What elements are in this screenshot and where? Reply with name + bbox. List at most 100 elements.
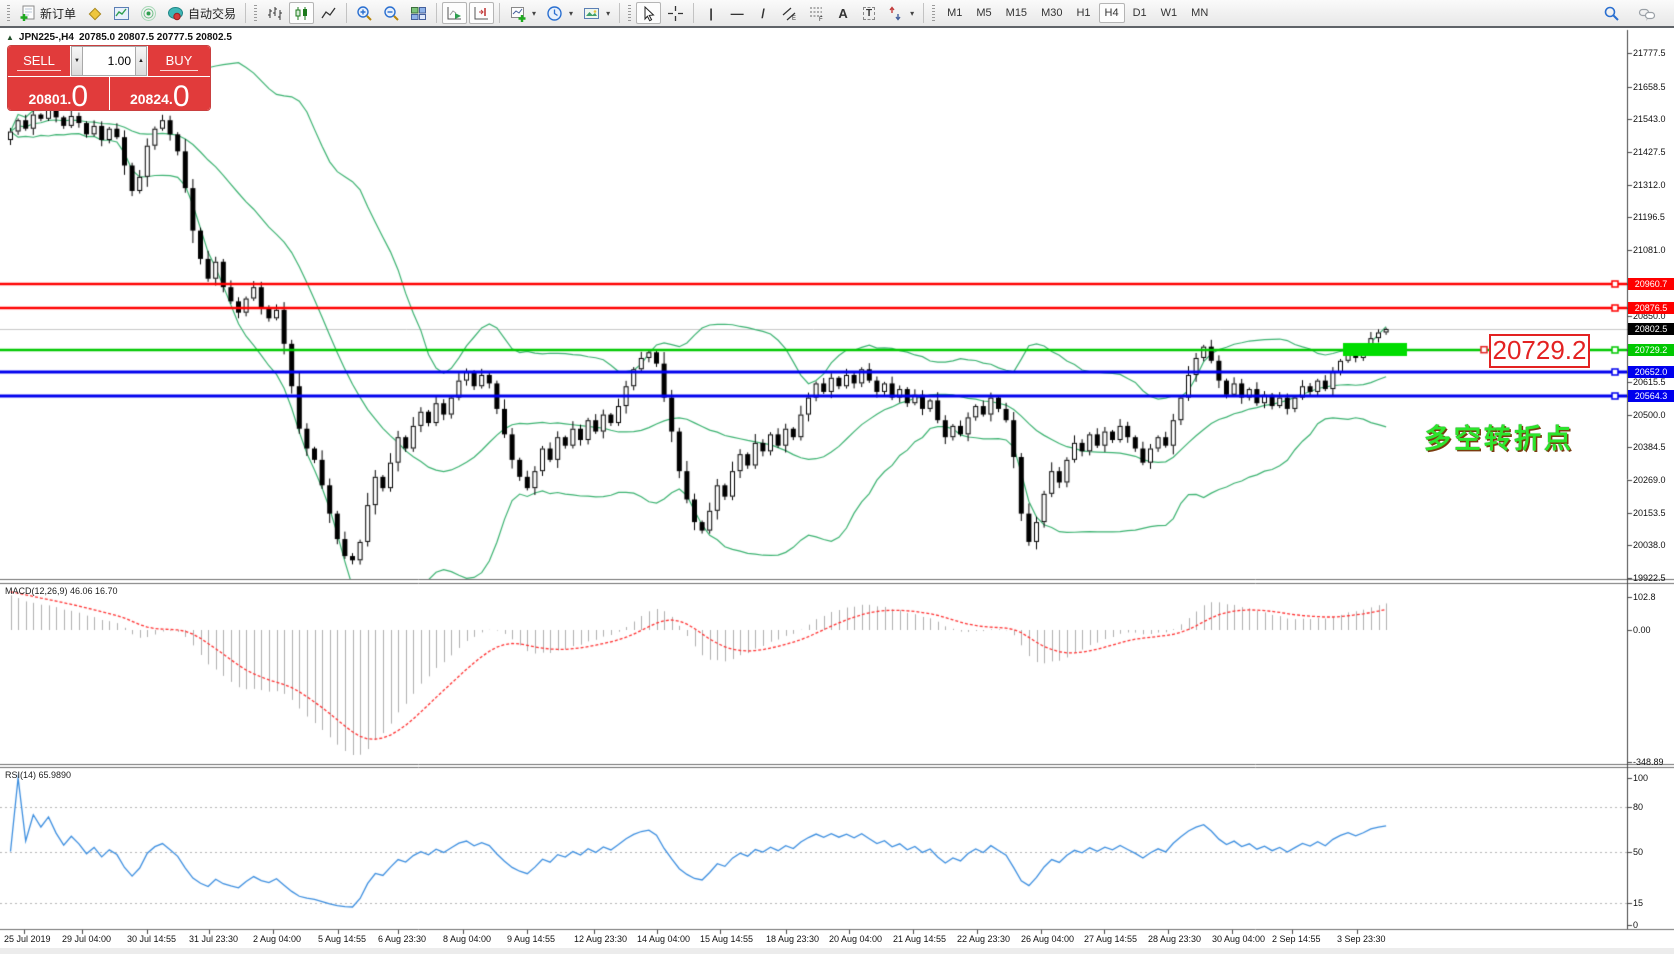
buy-price-pips: 0	[172, 79, 190, 110]
vertical-line-button[interactable]: |	[699, 2, 723, 24]
rsi-tick-label: 80	[1633, 802, 1644, 813]
timeframe-d1-button[interactable]: D1	[1127, 3, 1153, 23]
price-tag-20729.2[interactable]: 20729.2	[1628, 343, 1674, 356]
date-label: 25 Jul 2019	[4, 934, 51, 944]
date-label: 2 Aug 04:00	[253, 934, 302, 944]
sell-price[interactable]: 20801. 0	[8, 77, 109, 110]
timeframe-h1-button[interactable]: H1	[1070, 3, 1096, 23]
crosshair-button[interactable]	[663, 2, 688, 24]
timeframe-h4-button[interactable]: H4	[1098, 3, 1125, 23]
timeframe-group: M1 M5 M15 M30 H1 H4 D1 W1 MN	[940, 3, 1215, 23]
toolbar-grip[interactable]	[932, 5, 936, 21]
volume-increase-button[interactable]: ▲	[135, 46, 147, 76]
price-tick-label: 21658.5	[1633, 81, 1666, 92]
cursor-button[interactable]	[636, 2, 662, 24]
toolbar-grip[interactable]	[254, 5, 258, 21]
caret-up-icon: ▲	[138, 58, 144, 64]
periods-button[interactable]: ▾	[542, 2, 577, 24]
chart-title-symbol: JPN225-,H4	[18, 32, 74, 43]
price-callout-label[interactable]: 20729.2	[1489, 334, 1590, 368]
price-tag-20564.3[interactable]: 20564.3	[1628, 390, 1674, 403]
autotrade-icon	[168, 6, 184, 20]
market-watch-button[interactable]	[109, 2, 134, 24]
search-button[interactable]	[1599, 2, 1624, 24]
zoom-in-button[interactable]	[352, 2, 377, 24]
timeframe-m5-button[interactable]: M5	[970, 3, 997, 23]
template-icon	[584, 7, 600, 19]
auto-scroll-button[interactable]	[442, 2, 468, 24]
buy-label: BUY	[159, 52, 199, 71]
fibonacci-button[interactable]: F	[804, 2, 829, 24]
trendline-icon: /	[761, 5, 765, 21]
toolbar-grip[interactable]	[628, 5, 632, 21]
chat-button[interactable]	[1634, 2, 1660, 24]
price-tick-label: 20384.5	[1633, 442, 1666, 453]
auto-scroll-icon	[447, 6, 462, 19]
trendline-button[interactable]: /	[751, 2, 775, 24]
candlestick-chart-button[interactable]	[289, 2, 315, 24]
price-tick-label: 20615.5	[1633, 376, 1666, 387]
macd-tick-label: 0.00	[1633, 625, 1651, 635]
vertical-line-icon: |	[709, 5, 713, 21]
rsi-tick-label: 50	[1633, 846, 1644, 857]
tile-windows-button[interactable]	[406, 2, 431, 24]
price-tag-20802.5[interactable]: 20802.5	[1628, 322, 1674, 335]
date-label: 27 Aug 14:55	[1084, 934, 1138, 944]
caret-down-icon: ▼	[74, 58, 80, 64]
line-chart-button[interactable]	[316, 2, 341, 24]
horizontal-line-icon: —	[730, 5, 744, 21]
status-strip	[0, 948, 1674, 954]
symbol-arrow-icon: ▲	[6, 33, 14, 42]
cursor-icon	[644, 5, 655, 21]
timeframe-m30-button[interactable]: M30	[1035, 3, 1068, 23]
sell-button[interactable]: SELL	[8, 46, 70, 76]
date-label: 28 Aug 23:30	[1148, 934, 1202, 944]
date-label: 30 Jul 14:55	[127, 934, 177, 944]
arrows-button[interactable]: ▾	[883, 2, 918, 24]
date-label: 6 Aug 23:30	[378, 934, 427, 944]
date-label: 30 Aug 04:00	[1212, 934, 1266, 944]
autotrade-button[interactable]: 自动交易	[163, 2, 240, 24]
price-tick-label: 21543.0	[1633, 114, 1666, 125]
toolbar-grip[interactable]	[7, 5, 10, 21]
templates-button[interactable]: ▾	[579, 2, 614, 24]
date-label: 5 Aug 14:55	[318, 934, 367, 944]
volume-decrease-button[interactable]: ▼	[71, 46, 83, 76]
date-label: 26 Aug 04:00	[1021, 934, 1075, 944]
timeframe-mn-button[interactable]: MN	[1185, 3, 1214, 23]
price-tick-label: 21081.0	[1633, 245, 1666, 256]
zoom-out-button[interactable]	[379, 2, 404, 24]
text-button[interactable]: A	[831, 2, 855, 24]
price-tag-20960.7[interactable]: 20960.7	[1628, 278, 1674, 291]
chart-shift-icon	[474, 6, 489, 19]
date-label: 3 Sep 23:30	[1337, 934, 1386, 944]
new-order-button[interactable]: 新订单	[15, 2, 80, 24]
dropdown-caret-icon: ▾	[569, 8, 574, 18]
date-label: 14 Aug 04:00	[637, 934, 691, 944]
dropdown-caret-icon: ▾	[606, 8, 611, 18]
price-tag-20652.0[interactable]: 20652.0	[1628, 365, 1674, 378]
indicators-button[interactable]: ▾	[505, 2, 540, 24]
equidistant-channel-button[interactable]: E	[777, 2, 802, 24]
new-order-label: 新订单	[40, 6, 77, 21]
styler-button[interactable]	[82, 2, 107, 24]
buy-button[interactable]: BUY	[148, 46, 210, 76]
volume-input[interactable]	[83, 46, 135, 76]
bar-chart-button[interactable]	[262, 2, 287, 24]
chart-shift-button[interactable]	[469, 2, 495, 24]
timeframe-m15-button[interactable]: M15	[1000, 3, 1033, 23]
price-tick-label: 20038.0	[1633, 540, 1666, 551]
price-tick-label: 20500.0	[1633, 409, 1666, 420]
channel-icon: E	[782, 7, 796, 22]
text-icon: A	[838, 5, 848, 21]
chart-canvas[interactable]	[0, 0, 1674, 954]
toolbar-separator	[923, 3, 925, 23]
horizontal-line-button[interactable]: —	[725, 2, 749, 24]
timeframe-w1-button[interactable]: W1	[1155, 3, 1184, 23]
signals-button[interactable]	[136, 2, 161, 24]
buy-price[interactable]: 20824. 0	[109, 77, 210, 110]
text-label-button[interactable]: T	[857, 2, 881, 24]
price-tag-20876.5[interactable]: 20876.5	[1628, 302, 1674, 314]
diamond-icon	[88, 7, 102, 20]
timeframe-m1-button[interactable]: M1	[941, 3, 968, 23]
